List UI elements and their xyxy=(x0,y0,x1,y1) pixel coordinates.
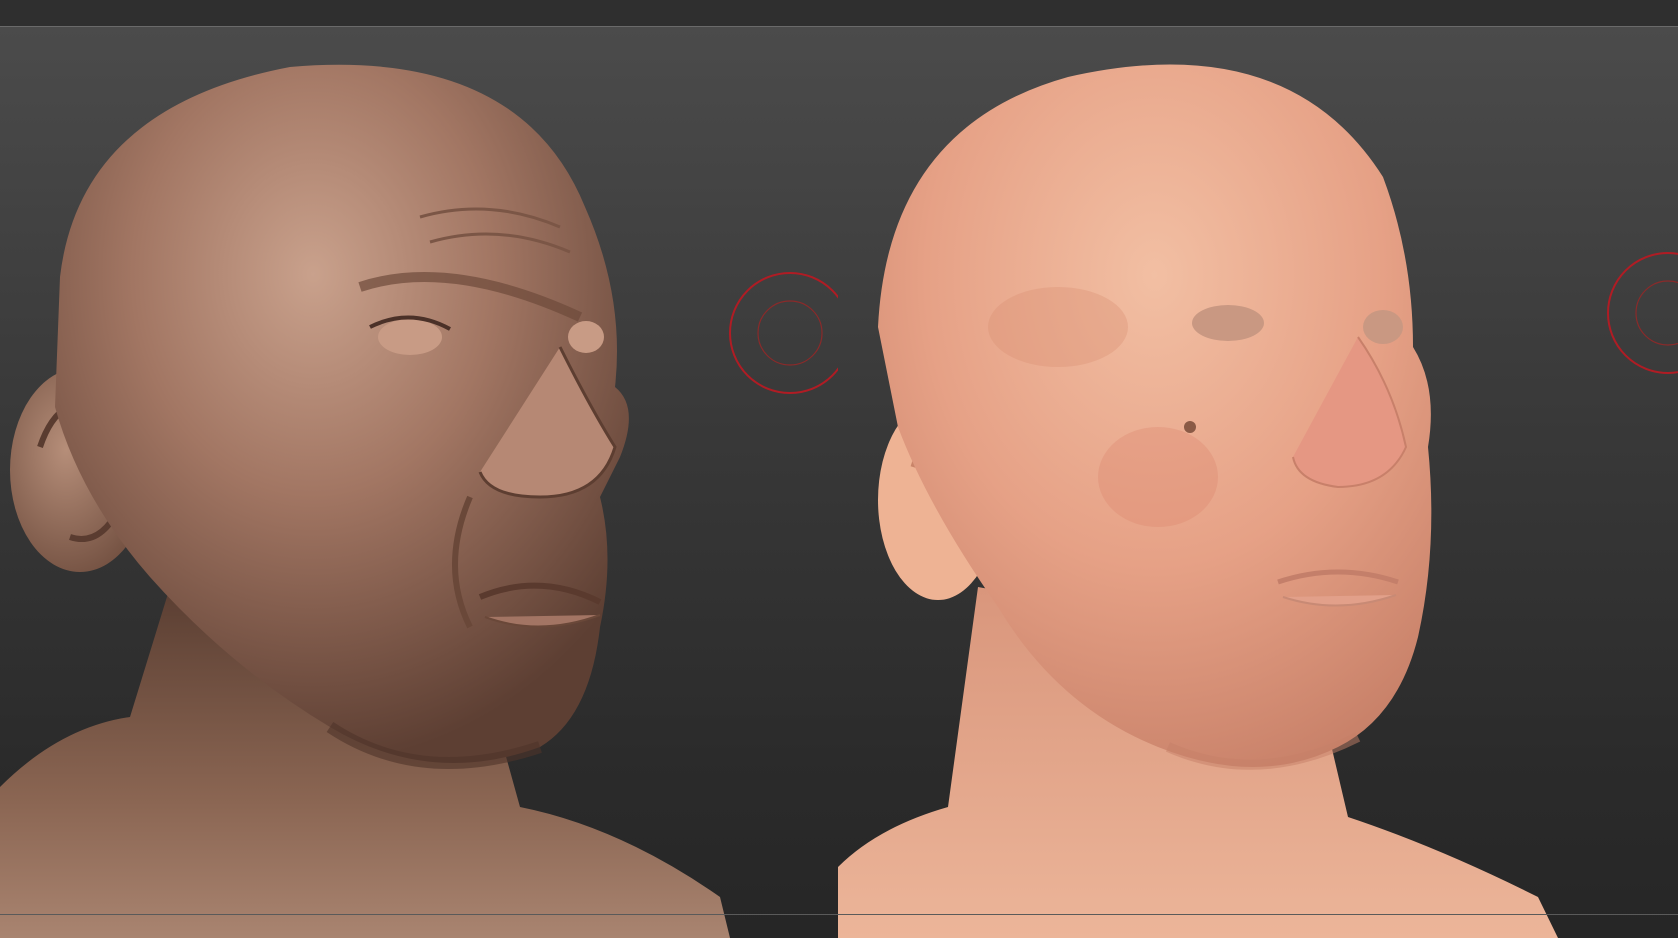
rotate-gizmo-icon[interactable] xyxy=(1607,252,1678,374)
viewport-row xyxy=(0,27,1678,938)
top-shelf xyxy=(0,0,1678,27)
textured-head-render xyxy=(838,64,1678,938)
sculpt-head-render xyxy=(0,64,838,938)
zbrush-app xyxy=(0,0,1678,938)
sculpt-viewport[interactable] xyxy=(0,27,838,938)
rotate-gizmo-icon[interactable] xyxy=(729,272,838,394)
viewport-bottom-edge xyxy=(0,914,1678,915)
texture-viewport[interactable] xyxy=(838,27,1678,938)
